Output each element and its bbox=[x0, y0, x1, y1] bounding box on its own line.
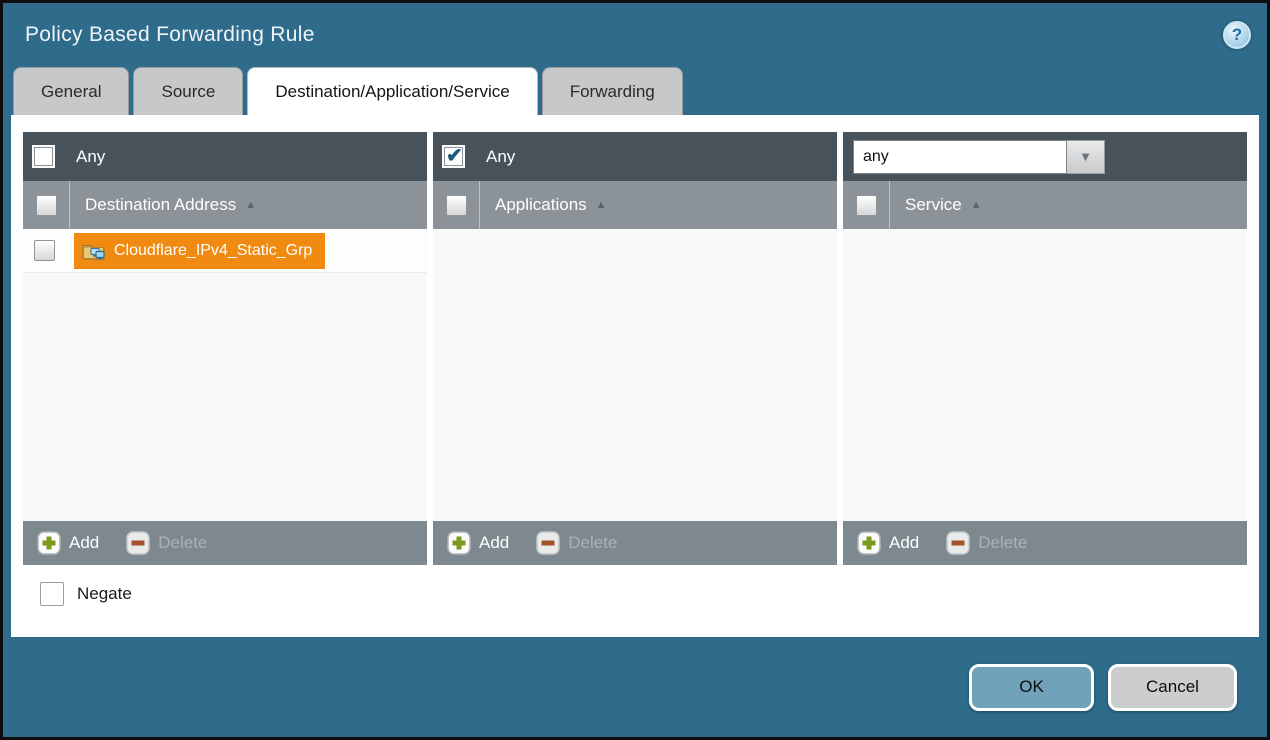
tab-bar: General Source Destination/Application/S… bbox=[3, 67, 1267, 115]
applications-any-checkbox[interactable] bbox=[442, 145, 465, 168]
destination-select-all-checkbox[interactable] bbox=[36, 195, 57, 216]
applications-header-row: Applications ▲ bbox=[433, 181, 837, 229]
delete-icon bbox=[536, 531, 560, 555]
destination-add-label: Add bbox=[69, 533, 99, 553]
tab-forwarding-label: Forwarding bbox=[570, 82, 655, 102]
service-column-header[interactable]: Service ▲ bbox=[905, 195, 982, 215]
negate-checkbox[interactable] bbox=[40, 582, 64, 606]
destination-column-header[interactable]: Destination Address ▲ bbox=[85, 195, 256, 215]
destination-address-panel: Any Destination Address ▲ bbox=[23, 132, 427, 565]
service-type-dropdown[interactable]: any ▼ bbox=[853, 140, 1105, 174]
service-delete-label: Delete bbox=[978, 533, 1027, 553]
service-delete-button[interactable]: Delete bbox=[946, 531, 1027, 555]
destination-item-chip[interactable]: Cloudflare_IPv4_Static_Grp bbox=[74, 233, 325, 269]
destination-column-header-label: Destination Address bbox=[85, 195, 236, 215]
applications-any-row: Any bbox=[433, 132, 837, 181]
destination-add-button[interactable]: Add bbox=[37, 531, 99, 555]
applications-header-checkbox-cell bbox=[433, 181, 480, 229]
destination-header-checkbox-cell bbox=[23, 181, 70, 229]
service-panel: any ▼ Service ▲ bbox=[843, 132, 1247, 565]
applications-any-label: Any bbox=[486, 147, 515, 167]
dialog-titlebar: Policy Based Forwarding Rule ? bbox=[3, 3, 1267, 67]
add-icon bbox=[37, 531, 61, 555]
applications-column-header[interactable]: Applications ▲ bbox=[495, 195, 607, 215]
applications-list bbox=[433, 229, 837, 521]
tab-general-label: General bbox=[41, 82, 101, 102]
delete-icon bbox=[126, 531, 150, 555]
applications-add-button[interactable]: Add bbox=[447, 531, 509, 555]
service-type-dropdown-button[interactable]: ▼ bbox=[1067, 140, 1105, 174]
cancel-button[interactable]: Cancel bbox=[1108, 664, 1237, 711]
tab-forwarding[interactable]: Forwarding bbox=[542, 67, 683, 115]
address-group-icon bbox=[82, 241, 106, 260]
service-dropdown-row: any ▼ bbox=[843, 132, 1247, 181]
destination-delete-button[interactable]: Delete bbox=[126, 531, 207, 555]
applications-select-all-checkbox[interactable] bbox=[446, 195, 467, 216]
destination-any-label: Any bbox=[76, 147, 105, 167]
service-header-row: Service ▲ bbox=[843, 181, 1247, 229]
delete-icon bbox=[946, 531, 970, 555]
dialog-footer: OK Cancel bbox=[3, 637, 1267, 737]
service-type-dropdown-value: any bbox=[853, 140, 1067, 174]
applications-actions: Add Delete bbox=[433, 521, 837, 565]
add-icon bbox=[857, 531, 881, 555]
destination-delete-label: Delete bbox=[158, 533, 207, 553]
service-select-all-checkbox[interactable] bbox=[856, 195, 877, 216]
tab-source-label: Source bbox=[161, 82, 215, 102]
destination-list-item-row: Cloudflare_IPv4_Static_Grp bbox=[23, 229, 427, 273]
ok-button[interactable]: OK bbox=[969, 664, 1094, 711]
panel-columns: Any Destination Address ▲ bbox=[23, 132, 1247, 565]
tab-source[interactable]: Source bbox=[133, 67, 243, 115]
service-add-label: Add bbox=[889, 533, 919, 553]
dialog-title: Policy Based Forwarding Rule bbox=[25, 23, 315, 47]
destination-any-row: Any bbox=[23, 132, 427, 181]
destination-any-checkbox[interactable] bbox=[32, 145, 55, 168]
sort-asc-icon: ▲ bbox=[245, 199, 256, 211]
destination-actions: Add Delete bbox=[23, 521, 427, 565]
sort-asc-icon: ▲ bbox=[971, 199, 982, 211]
tab-general[interactable]: General bbox=[13, 67, 129, 115]
tab-content: Any Destination Address ▲ bbox=[11, 115, 1259, 637]
applications-panel: Any Applications ▲ bbox=[433, 132, 837, 565]
applications-delete-button[interactable]: Delete bbox=[536, 531, 617, 555]
destination-header-row: Destination Address ▲ bbox=[23, 181, 427, 229]
sort-asc-icon: ▲ bbox=[596, 199, 607, 211]
destination-item-checkbox[interactable] bbox=[34, 240, 55, 261]
chevron-down-icon: ▼ bbox=[1079, 149, 1092, 164]
service-list bbox=[843, 229, 1247, 521]
pbf-rule-dialog: Policy Based Forwarding Rule ? General S… bbox=[0, 0, 1270, 740]
service-actions: Add Delete bbox=[843, 521, 1247, 565]
help-icon-glyph: ? bbox=[1232, 25, 1242, 45]
applications-add-label: Add bbox=[479, 533, 509, 553]
service-add-button[interactable]: Add bbox=[857, 531, 919, 555]
applications-delete-label: Delete bbox=[568, 533, 617, 553]
negate-row: Negate bbox=[40, 582, 1247, 606]
tab-destination-application-service-label: Destination/Application/Service bbox=[275, 82, 509, 102]
service-column-header-label: Service bbox=[905, 195, 962, 215]
help-icon[interactable]: ? bbox=[1223, 21, 1251, 49]
service-header-checkbox-cell bbox=[843, 181, 890, 229]
applications-column-header-label: Applications bbox=[495, 195, 587, 215]
destination-item-label: Cloudflare_IPv4_Static_Grp bbox=[114, 242, 312, 260]
add-icon bbox=[447, 531, 471, 555]
negate-label: Negate bbox=[77, 584, 132, 604]
tab-destination-application-service[interactable]: Destination/Application/Service bbox=[247, 67, 537, 115]
destination-list: Cloudflare_IPv4_Static_Grp bbox=[23, 229, 427, 521]
